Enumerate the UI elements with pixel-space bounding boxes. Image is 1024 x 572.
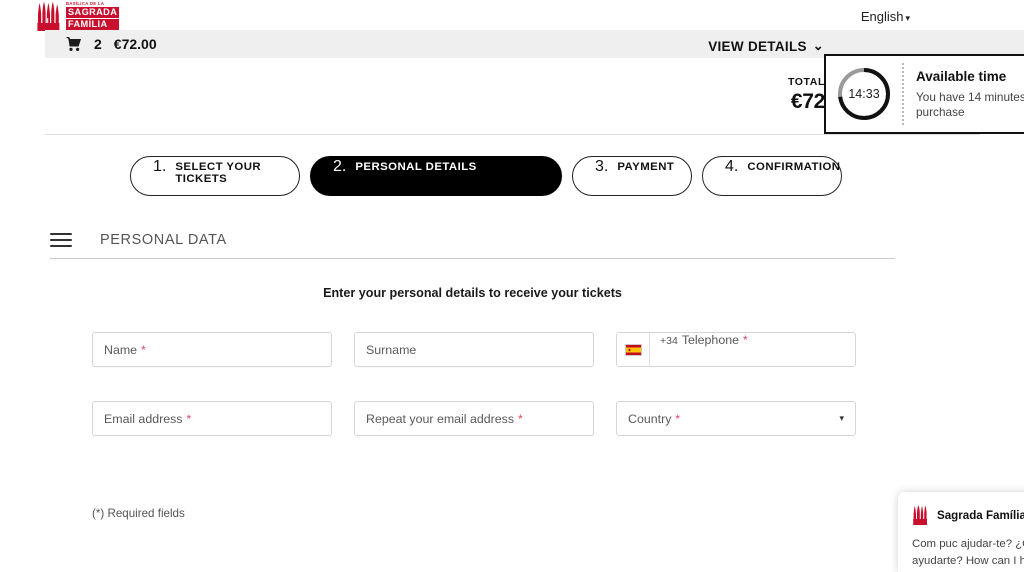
step-select-your-tickets[interactable]: 1. SELECT YOUR TICKETS (130, 156, 300, 196)
email-placeholder: Email address (104, 411, 183, 426)
required-marker: * (186, 411, 192, 426)
page-root: BASÍLICA DE LA SAGRADA FAMÍLIA English ▾ … (0, 0, 1024, 572)
countdown-ring: 14:33 (836, 66, 892, 122)
step-number: 4. (725, 158, 739, 175)
cart-quantity: 2 (94, 36, 102, 52)
chevron-down-icon: ⌄ (812, 38, 824, 53)
step-number: 2. (333, 158, 347, 175)
logo-line-2: SAGRADA (66, 7, 120, 19)
cart-summary[interactable]: 2 €72.00 (65, 36, 157, 52)
logo-line-3: FAMÍLIA (66, 19, 120, 31)
telephone-placeholder: Telephone (681, 333, 739, 347)
available-time-popover: 14:33 Available time You have 14 minutes… (824, 54, 1024, 134)
step-payment[interactable]: 3. PAYMENT (572, 156, 692, 196)
cart-price: €72.00 (113, 36, 157, 52)
country-selected-value: Country * (628, 412, 680, 426)
email-repeat-input[interactable]: Repeat your email address * (354, 401, 594, 436)
surname-placeholder: Surname (366, 342, 417, 357)
timer-ring-container: 14:33 (826, 56, 902, 132)
telephone-input-group[interactable]: +34 Telephone * (616, 332, 856, 367)
view-details-button[interactable]: VIEW DETAILS ⌄ (708, 38, 824, 54)
step-label: PAYMENT (617, 161, 675, 173)
chat-header: Sagrada Família (912, 505, 1024, 525)
required-marker: * (141, 342, 146, 357)
language-label: English (860, 9, 904, 24)
timer-description-line-1: You have 14 minutes t (916, 89, 1024, 104)
step-label: SELECT YOUR TICKETS (175, 161, 262, 185)
required-marker: * (675, 411, 681, 426)
chat-message-line-1: Com puc ajudar-te? ¿C (912, 538, 1024, 550)
checkout-steps: 1. SELECT YOUR TICKETS 2. PERSONAL DETAI… (130, 156, 842, 196)
sagrada-familia-spires-icon (37, 1, 60, 31)
header-divider (45, 134, 980, 135)
chevron-down-icon: ▾ (839, 413, 844, 423)
chevron-down-icon: ▾ (905, 13, 910, 23)
telephone-input[interactable]: +34 Telephone * (650, 333, 855, 366)
chat-agent-name: Sagrada Família (937, 508, 1024, 522)
telephone-prefix: +34 (660, 335, 678, 347)
logo-text: BASÍLICA DE LA SAGRADA FAMÍLIA (66, 0, 120, 31)
country-select[interactable]: Country * ▾ (616, 401, 856, 436)
order-total: TOTAL €72 (788, 76, 825, 114)
personal-data-section-header: PERSONAL DATA (50, 232, 895, 259)
step-personal-details[interactable]: 2. PERSONAL DETAILS (310, 156, 562, 196)
required-marker: * (743, 333, 748, 347)
required-marker: * (518, 411, 523, 426)
step-confirmation[interactable]: 4. CONFIRMATION (702, 156, 842, 196)
name-placeholder: Name (104, 342, 138, 357)
timer-divider (902, 63, 904, 125)
timer-description-line-2: purchase (916, 104, 965, 119)
chat-widget[interactable]: Sagrada Família Com puc ajudar-te? ¿C ay… (898, 492, 1024, 572)
required-fields-note: (*) Required fields (92, 507, 185, 520)
sagrada-familia-spires-icon (913, 505, 927, 525)
hamburger-icon (50, 233, 72, 247)
form-intro-text: Enter your personal details to receive y… (323, 286, 622, 300)
spain-flag-icon (624, 343, 642, 356)
language-selector[interactable]: English ▾ (861, 9, 910, 24)
step-label: PERSONAL DETAILS (355, 161, 477, 173)
step-number: 3. (595, 158, 609, 175)
form-row-1: Name * Surname +34 Telephone * (92, 332, 856, 367)
country-flag-selector[interactable] (617, 333, 650, 366)
shopping-cart-icon (66, 37, 81, 51)
total-label: TOTAL (787, 76, 825, 88)
total-value: €72 (790, 90, 825, 113)
section-title: PERSONAL DATA (100, 232, 227, 248)
country-placeholder: Country (628, 411, 672, 426)
top-bar: BASÍLICA DE LA SAGRADA FAMÍLIA English ▾ (0, 0, 1024, 34)
step-label: CONFIRMATION (747, 161, 841, 173)
chat-message-line-2: ayudarte? How can I he (912, 555, 1024, 567)
surname-input[interactable]: Surname (354, 332, 594, 367)
view-details-label: VIEW DETAILS (708, 38, 807, 54)
site-logo[interactable]: BASÍLICA DE LA SAGRADA FAMÍLIA (35, 0, 120, 32)
form-row-2: Email address * Repeat your email addres… (92, 401, 856, 436)
email-repeat-placeholder: Repeat your email address (366, 411, 515, 426)
email-input[interactable]: Email address * (92, 401, 332, 436)
logo-line-1: BASÍLICA DE LA (66, 0, 105, 6)
timer-value: 14:33 (848, 87, 880, 101)
name-input[interactable]: Name * (92, 332, 332, 367)
timer-text-block: Available time You have 14 minutes t pur… (916, 69, 1024, 120)
timer-title: Available time (916, 68, 1007, 84)
step-number: 1. (153, 158, 167, 175)
personal-data-form: Name * Surname +34 Telephone * Email add… (92, 332, 856, 470)
